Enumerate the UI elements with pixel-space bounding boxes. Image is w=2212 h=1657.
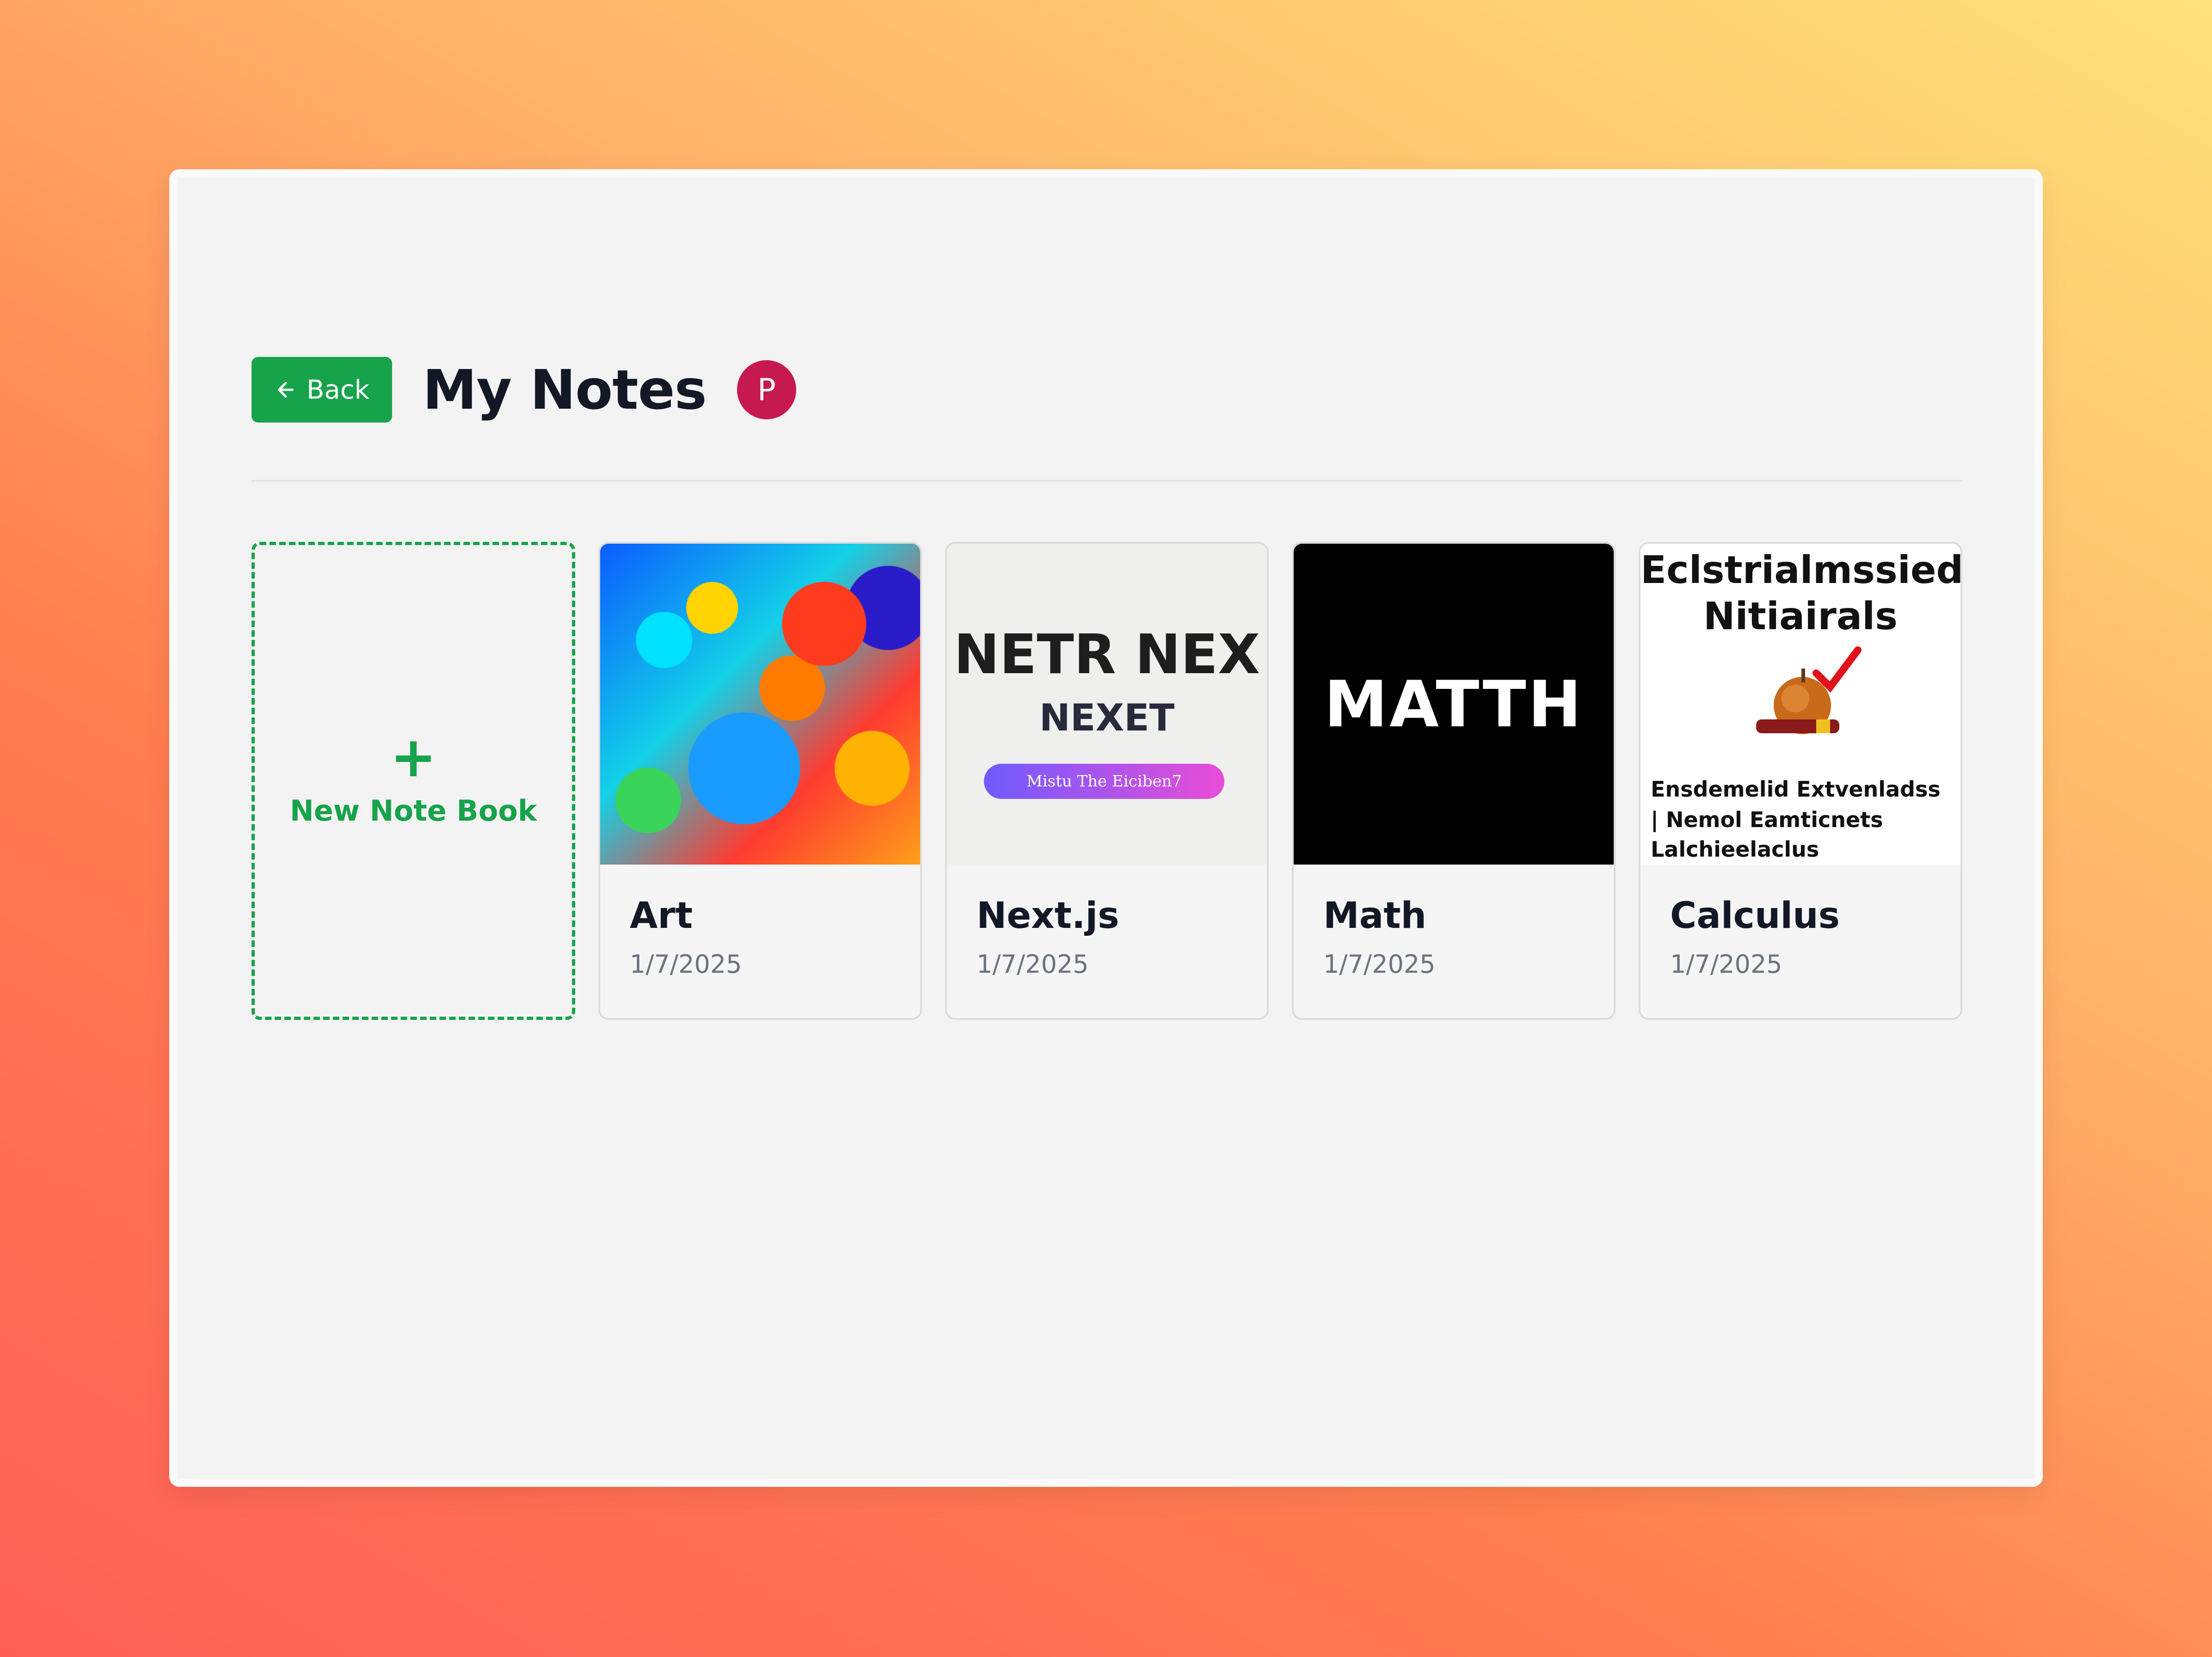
header-divider — [252, 480, 1962, 482]
notebook-date: 1/7/2025 — [977, 950, 1089, 979]
thumbnail-text: MATTH — [1324, 667, 1584, 742]
notebook-thumbnail — [600, 544, 920, 865]
thumbnail-text: Ensdemelid Extvenladss — [1651, 777, 1941, 802]
thumbnail-text: Lalchieelaclus — [1651, 837, 1819, 862]
new-notebook-label: New Note Book — [289, 793, 537, 828]
notebook-title: Art — [630, 895, 693, 937]
notebook-title: Next.js — [977, 895, 1119, 937]
notebook-card-calculus[interactable]: Eclstrialmssieds Nitiairals Ensdemelid E… — [1639, 542, 1962, 1020]
notebook-date: 1/7/2025 — [630, 950, 742, 979]
notebook-title: Calculus — [1670, 895, 1840, 937]
page-header: Back My Notes P — [252, 355, 1962, 424]
thumbnail-text: NETR NEX — [953, 622, 1260, 686]
arrow-left-icon — [277, 381, 294, 398]
notebook-card-art[interactable]: Art 1/7/2025 — [598, 542, 922, 1020]
new-notebook-card[interactable]: + New Note Book — [252, 542, 575, 1020]
avatar[interactable]: P — [737, 360, 796, 419]
back-button[interactable]: Back — [252, 357, 392, 423]
notebook-grid: + New Note Book Art 1/7/2025 NETR NEX NE… — [252, 542, 1962, 1020]
notebook-card-math[interactable]: MATTH Math 1/7/2025 — [1292, 542, 1616, 1020]
app-window: Back My Notes P + New Note Book Art 1/7/… — [169, 169, 2043, 1487]
thumbnail-text: Eclstrialmssieds — [1641, 548, 1960, 592]
thumbnail-text: NEXET — [1039, 696, 1175, 739]
notebook-card-nextjs[interactable]: NETR NEX NEXET Mistu The Eiciben7 Next.j… — [945, 542, 1269, 1020]
notebook-thumbnail: MATTH — [1294, 544, 1614, 865]
page-title: My Notes — [423, 358, 707, 422]
notebook-date: 1/7/2025 — [1323, 950, 1436, 979]
back-label: Back — [307, 374, 369, 405]
notebook-thumbnail: NETR NEX NEXET Mistu The Eiciben7 — [947, 544, 1267, 865]
notebook-title: Math — [1323, 895, 1427, 937]
apple-icon — [1756, 646, 1862, 734]
thumbnail-pill: Mistu The Eiciben7 — [984, 764, 1224, 799]
thumbnail-text: | Nemol Eamticnets — [1651, 807, 1883, 832]
notebook-date: 1/7/2025 — [1670, 950, 1782, 979]
plus-icon: + — [390, 725, 437, 790]
notebook-thumbnail: Eclstrialmssieds Nitiairals Ensdemelid E… — [1641, 544, 1960, 865]
thumbnail-text: Nitiairals — [1703, 595, 1898, 638]
